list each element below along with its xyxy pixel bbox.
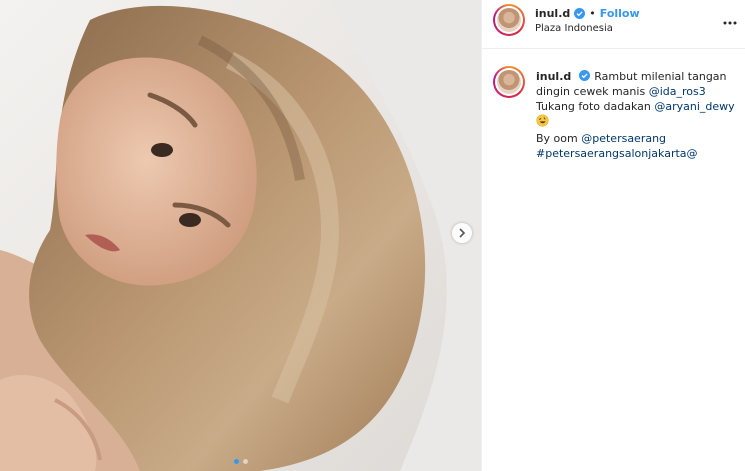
mention-aryani-dewy[interactable]: @aryani_dewy: [654, 100, 734, 113]
carousel-indicator: [0, 459, 481, 464]
instagram-post: inul.d • Follow Plaza Indonesia inul.d Ra…: [0, 0, 745, 471]
header-username[interactable]: inul.d: [535, 7, 570, 20]
post-photo[interactable]: [0, 0, 481, 471]
caption-username[interactable]: inul.d: [536, 70, 571, 83]
chevron-right-icon: [459, 228, 466, 238]
caption-avatar[interactable]: [493, 66, 525, 98]
mention-ida-ros3[interactable]: @ida_ros3: [649, 85, 706, 98]
carousel-dot-1: [233, 459, 239, 464]
more-options-icon[interactable]: [723, 10, 737, 29]
follow-button[interactable]: Follow: [600, 7, 640, 20]
caption-line2: Tukang foto dadakan: [536, 100, 655, 113]
post-sidebar: inul.d • Follow Plaza Indonesia inul.d Ra…: [481, 0, 745, 471]
post-photo-image: [0, 0, 481, 471]
caption-line3: By oom: [536, 132, 582, 145]
hashtag-link[interactable]: #petersaerangsalonjakarta@: [536, 147, 698, 160]
verified-badge-icon: [579, 70, 591, 81]
avatar[interactable]: [493, 4, 525, 36]
location-link[interactable]: Plaza Indonesia: [535, 23, 613, 34]
post-header: inul.d • Follow Plaza Indonesia: [482, 0, 745, 49]
verified-badge-icon: [574, 8, 586, 19]
mention-petersaerang[interactable]: @petersaerang: [581, 132, 666, 145]
caption-text: inul.d Rambut milenial tangan dingin cewe…: [536, 69, 736, 161]
rolling-on-floor-laughing-emoji: [536, 114, 549, 127]
carousel-dot-2: [242, 459, 248, 464]
next-slide-button[interactable]: [452, 223, 472, 243]
separator: •: [589, 7, 596, 20]
